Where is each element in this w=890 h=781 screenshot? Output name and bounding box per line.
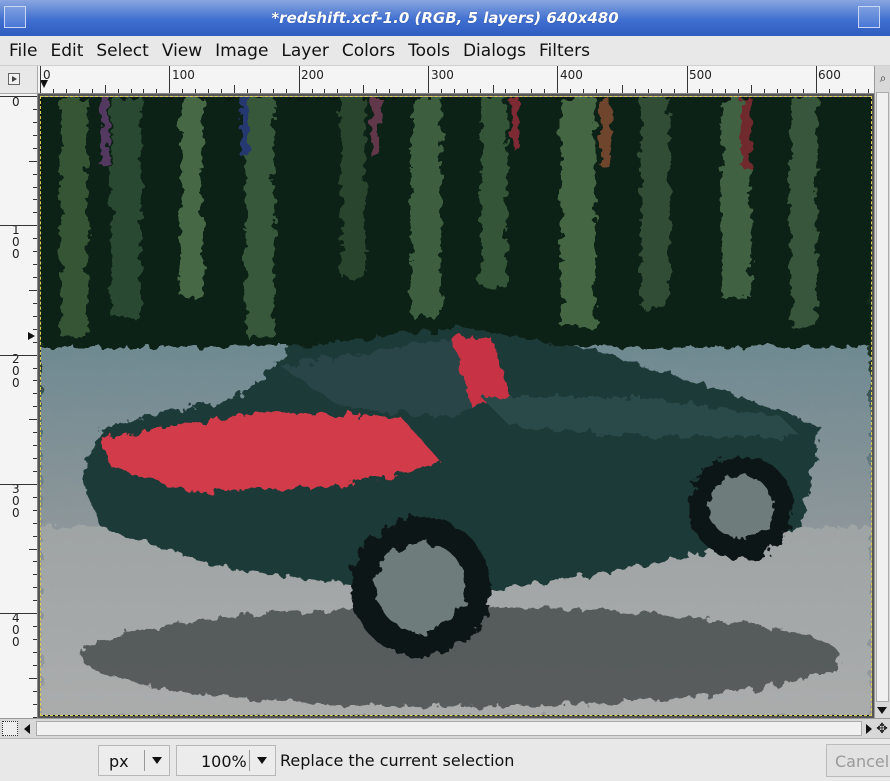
window-title: *redshift.xcf-1.0 (RGB, 5 layers) 640x48… [271,9,619,27]
hruler-tick [621,85,623,93]
unit-value: px [109,752,129,771]
hruler-label-400: 400 [560,68,583,82]
vruler-pointer-icon [28,332,35,340]
menu-select[interactable]: Select [96,41,148,61]
zoom-separator [249,750,250,771]
vruler-tick [0,225,37,227]
vertical-scroll-thumb[interactable] [876,92,889,702]
menu-corner-icon [8,73,20,85]
hruler-tick [363,85,365,93]
hruler-tick [427,66,429,93]
scroll-left-icon[interactable] [24,724,30,734]
menu-layer[interactable]: Layer [281,41,328,61]
canvas-area[interactable] [38,94,874,718]
maximize-icon[interactable] [858,6,880,28]
menu-dialogs[interactable]: Dialogs [463,41,526,61]
horizontal-scroll-thumb[interactable] [36,721,862,736]
vruler-tick [29,289,37,291]
menu-view[interactable]: View [162,41,202,61]
hruler-tick [169,66,171,93]
hruler-tick [686,66,688,93]
hruler-label-300: 300 [431,68,454,82]
horizontal-ruler[interactable]: 0 100 200 300 400 500 600 [38,66,874,94]
hruler-tick [40,66,41,93]
status-bar: px 100% Replace the current selection Ca… [0,738,890,781]
vruler-tick [29,548,37,550]
hruler-label-100: 100 [172,68,195,82]
status-message: Replace the current selection [280,751,515,770]
unit-separator [144,750,145,771]
vruler-label-300: 300 [12,482,20,520]
hruler-tick [233,85,235,93]
menu-edit[interactable]: Edit [50,41,83,61]
hruler-tick [815,66,817,93]
vertical-scrollbar[interactable]: ⌕ [874,66,890,718]
vruler-tick [29,677,37,679]
image-canvas[interactable] [40,96,872,716]
image-menu-button[interactable] [0,66,38,94]
vruler-label-400: 400 [12,611,20,649]
menu-bar: File Edit Select View Image Layer Colors… [0,36,890,66]
vruler-tick [0,354,37,356]
hruler-label-500: 500 [689,68,712,82]
hruler-tick [492,85,494,93]
scroll-right-icon[interactable] [866,724,872,734]
hruler-tick [298,66,300,93]
menu-image[interactable]: Image [215,41,268,61]
unit-selector[interactable]: px [98,745,170,776]
menu-filters[interactable]: Filters [539,41,590,61]
hruler-label-600: 600 [818,68,841,82]
quick-mask-icon[interactable] [2,721,18,736]
title-bar: *redshift.xcf-1.0 (RGB, 5 layers) 640x48… [0,0,890,36]
vruler-label-0: 0 [12,95,20,109]
vruler-tick [29,160,37,162]
menu-colors[interactable]: Colors [342,41,395,61]
zoom-selector[interactable]: 100% [176,745,276,776]
menu-tools[interactable]: Tools [408,41,450,61]
cancel-button[interactable]: Cancel [826,744,890,777]
hruler-tick [104,85,106,93]
menu-file[interactable]: File [9,41,37,61]
zoom-value: 100% [201,752,247,771]
scroll-down-icon[interactable] [877,707,887,714]
hruler-tick [557,66,559,93]
hruler-tick [751,85,753,93]
unit-dropdown-icon[interactable] [152,757,162,764]
vruler-label-200: 200 [12,352,20,390]
vruler-tick [29,419,37,421]
vruler-label-100: 100 [12,223,20,261]
vruler-tick [0,483,37,485]
vertical-ruler[interactable]: 0 100 200 300 400 [0,94,38,718]
vruler-tick [0,613,37,615]
zoom-dropdown-icon[interactable] [257,757,267,764]
car-painting [41,97,871,715]
hruler-label-200: 200 [301,68,324,82]
vruler-tick [0,96,37,97]
horizontal-scrollbar[interactable]: ✥ [0,718,890,738]
navigate-icon[interactable]: ✥ [874,720,890,738]
zoom-icon[interactable]: ⌕ [875,66,890,90]
hruler-pointer-icon [40,80,48,88]
